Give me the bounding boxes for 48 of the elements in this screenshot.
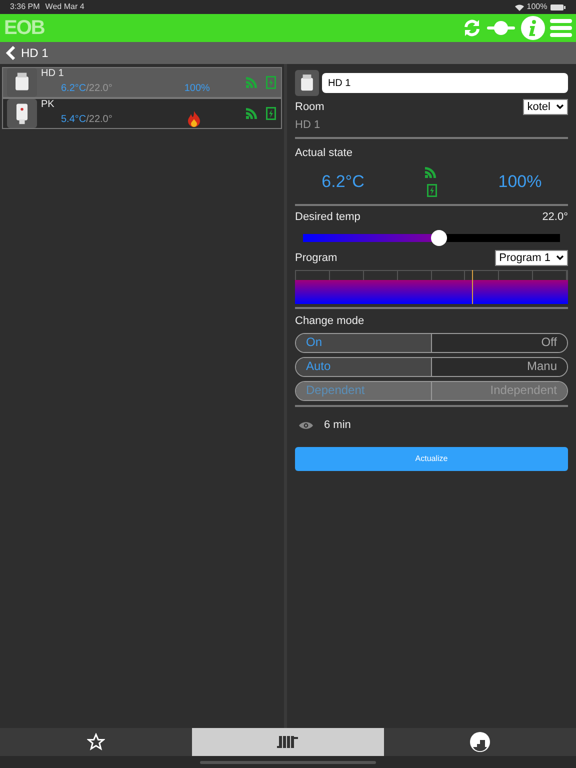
program-dropdown[interactable]: Program 1 bbox=[495, 250, 568, 266]
temperature-reading: 6.2°C/22.0° bbox=[61, 82, 112, 96]
device-row[interactable]: HD 1 6.2°C/22.0° 100% bbox=[2, 66, 282, 98]
page-title: HD 1 bbox=[21, 45, 48, 62]
valve-percent: 100% bbox=[184, 82, 210, 96]
device-name: PK bbox=[41, 98, 54, 110]
eye-icon bbox=[299, 420, 313, 430]
desired-value: 22.0° bbox=[542, 210, 568, 226]
slider-thumb[interactable] bbox=[431, 230, 448, 246]
temperature-reading: 5.4°C/22.0° bbox=[61, 112, 112, 127]
room-dropdown[interactable]: kotel bbox=[523, 99, 568, 115]
battery-icon bbox=[550, 4, 566, 10]
mode-toggle[interactable]: On Off bbox=[295, 332, 568, 353]
caret-icon bbox=[556, 255, 564, 261]
section-label: Actual state bbox=[295, 146, 352, 159]
battery-icon bbox=[266, 106, 276, 120]
mode-option[interactable]: Off bbox=[431, 334, 567, 352]
status-date: Wed Mar 4 bbox=[45, 1, 84, 13]
wifi-icon bbox=[515, 4, 524, 10]
room-label: Room bbox=[295, 100, 324, 115]
mode-toggle[interactable]: Auto Manu bbox=[295, 356, 568, 377]
mode-option[interactable]: On bbox=[296, 334, 431, 352]
logo: EOB bbox=[4, 18, 44, 38]
signal-icon bbox=[246, 107, 260, 120]
tab-bar-item[interactable] bbox=[192, 728, 384, 756]
radiator-icon bbox=[277, 735, 299, 749]
section-label: Program bbox=[295, 250, 338, 266]
back-icon[interactable] bbox=[6, 46, 16, 60]
status-time: 3:36 PM bbox=[10, 1, 40, 13]
signal-icon bbox=[246, 76, 260, 88]
gauge-icon bbox=[470, 732, 490, 752]
valve-value: 100% bbox=[498, 172, 542, 190]
mode-option[interactable]: Manu bbox=[431, 358, 567, 376]
section-label: Change mode bbox=[295, 315, 364, 328]
signal-icon bbox=[424, 166, 438, 178]
section-label: Desired temp bbox=[295, 210, 360, 226]
battery-icon bbox=[266, 76, 276, 89]
battery-percent: 100% bbox=[526, 1, 548, 13]
device-row[interactable]: PK 5.4°C/22.0° bbox=[2, 98, 282, 129]
star-icon bbox=[87, 733, 105, 751]
refresh-interval: 6 min bbox=[324, 418, 351, 433]
battery-icon bbox=[426, 184, 436, 196]
room-value: HD 1 bbox=[295, 119, 320, 132]
mode-option[interactable]: Auto bbox=[296, 358, 431, 376]
caret-icon bbox=[556, 104, 564, 110]
device-name: HD 1 bbox=[41, 68, 64, 79]
name-field[interactable]: HD 1 bbox=[322, 73, 568, 93]
temperature-value: 6.2°C bbox=[322, 172, 364, 190]
